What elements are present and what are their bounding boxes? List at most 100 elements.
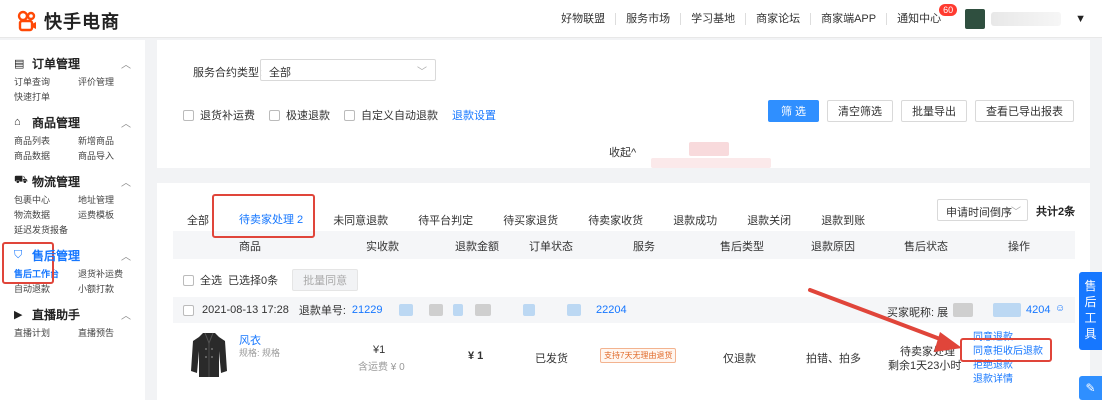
checkbox[interactable] xyxy=(344,109,355,121)
sidebar-item-new-goods[interactable]: 新增商品 xyxy=(78,135,142,147)
brand-logo[interactable]: 快手电商 xyxy=(16,8,120,34)
filter-button[interactable]: 筛 选 xyxy=(767,100,819,122)
buyer-id[interactable]: 4204 xyxy=(1026,304,1050,316)
aftersale-tools-button[interactable]: 售后工具 xyxy=(1079,272,1102,350)
tab-refund-success[interactable]: 退款成功 xyxy=(673,214,717,228)
checkbox[interactable] xyxy=(269,109,280,121)
chat-icon[interactable]: ☺ xyxy=(1055,303,1065,314)
check-label: 极速退款 xyxy=(286,110,330,122)
checkbox[interactable] xyxy=(183,109,194,121)
sidebar-section-live-head[interactable]: ▶ 直播助手 ︿ xyxy=(14,303,131,325)
nav-affiliate[interactable]: 好物联盟 xyxy=(551,13,617,25)
sidebar-item-delay-report[interactable]: 延迟发货报备 xyxy=(14,224,78,236)
nav-forum[interactable]: 商家论坛 xyxy=(746,13,812,25)
refund-detail-link[interactable]: 退款详情 xyxy=(973,373,1043,387)
redacted-blur xyxy=(651,158,771,168)
refund-settings-link[interactable]: 退款设置 xyxy=(452,107,496,123)
aftersale-tools-label: 售后工具 xyxy=(1084,279,1097,341)
sidebar-item-goods-data[interactable]: 商品数据 xyxy=(14,150,78,162)
check-return-freight[interactable]: 退货补运费 xyxy=(183,107,255,123)
tab-refund-closed[interactable]: 退款关闭 xyxy=(747,214,791,228)
nav-service-market[interactable]: 服务市场 xyxy=(616,13,682,25)
nav-learning[interactable]: 学习基地 xyxy=(681,13,747,25)
aftersale-type: 仅退款 xyxy=(723,353,756,365)
batch-agree-button[interactable]: 批量同意 xyxy=(292,269,359,291)
view-exports-button[interactable]: 查看已导出报表 xyxy=(975,100,1074,122)
check-label: 自定义自动退款 xyxy=(361,110,438,122)
edit-icon[interactable]: ✎ xyxy=(1079,376,1102,400)
select-all-checkbox[interactable] xyxy=(183,274,194,286)
nav-app[interactable]: 商家端APP xyxy=(811,13,888,25)
filter-panel: 服务合约类型: 全部 ﹀ 退货补运费 极速退款 自定义自动退款 退款设置 筛 选… xyxy=(157,40,1090,168)
clear-filter-button[interactable]: 清空筛选 xyxy=(827,100,893,122)
sidebar-item-parcel-center[interactable]: 包裹中心 xyxy=(14,194,78,206)
account-dropdown-icon[interactable]: ▼ xyxy=(1075,13,1086,25)
tab-pending-buyer-return[interactable]: 待买家退货 xyxy=(503,214,558,228)
chevron-down-icon: ﹀ xyxy=(417,67,427,78)
col-service: 服务 xyxy=(633,241,655,253)
chevron-up-icon: ︿ xyxy=(121,178,131,189)
sidebar-section-aftersale-head[interactable]: ⛉ 售后管理 ︿ xyxy=(0,244,145,266)
sidebar-section-orders: ▤ 订单管理 ︿ 订单查询 评价管理 快速打单 xyxy=(0,52,145,111)
filter-actions: 筛 选 清空筛选 批量导出 查看已导出报表 xyxy=(767,100,1074,122)
service-type-value: 全部 xyxy=(269,67,291,79)
sidebar-item-order-query[interactable]: 订单查询 xyxy=(14,76,78,88)
sidebar-item-logistics-data[interactable]: 物流数据 xyxy=(14,209,78,221)
refund-no-end[interactable]: 22204 xyxy=(596,304,627,316)
sidebar-item-goods-import[interactable]: 商品导入 xyxy=(78,150,142,162)
product-thumbnail[interactable] xyxy=(189,331,229,379)
tab-pending-seller-receive[interactable]: 待卖家收货 xyxy=(588,214,643,228)
paid-freight: 含运费 ¥ 0 xyxy=(358,362,405,373)
refund-no-label: 退款单号: xyxy=(298,305,346,317)
sidebar-section-title: 商品管理 xyxy=(32,115,81,130)
sidebar-item-address[interactable]: 地址管理 xyxy=(78,194,142,206)
sidebar-section-logistics: ⛟ 物流管理 ︿ 包裹中心 地址管理 物流数据 运费模板 延迟发货报备 xyxy=(0,170,145,244)
order-checkbox[interactable] xyxy=(183,304,194,316)
nav-notifications[interactable]: 通知中心 60 xyxy=(887,4,958,25)
collapse-toggle[interactable]: 收起^ xyxy=(609,144,636,160)
sidebar-item-freight-template[interactable]: 运费模板 xyxy=(78,209,142,221)
refund-no-start[interactable]: 21229 xyxy=(352,304,383,316)
redacted-blur xyxy=(475,304,491,316)
sidebar-section-orders-head[interactable]: ▤ 订单管理 ︿ xyxy=(14,52,131,74)
redacted-blur xyxy=(953,303,973,317)
col-actions: 操作 xyxy=(1008,241,1030,253)
check-fast-refund[interactable]: 极速退款 xyxy=(269,107,330,123)
live-icon: ▶ xyxy=(14,308,23,321)
tab-platform-judge[interactable]: 待平台判定 xyxy=(418,214,473,228)
sidebar-item-return-freight[interactable]: 退货补运费 xyxy=(78,268,142,280)
service-type-label: 服务合约类型: xyxy=(193,67,263,79)
chevron-up-icon: ︿ xyxy=(121,119,131,130)
sort-value: 申请时间倒序 xyxy=(946,207,1012,219)
sidebar-item-quick-print[interactable]: 快速打单 xyxy=(14,91,78,103)
tab-all[interactable]: 全部 xyxy=(187,214,209,228)
refund-amount: ¥ 1 xyxy=(468,350,484,362)
batch-export-button[interactable]: 批量导出 xyxy=(901,100,967,122)
redacted-blur xyxy=(523,304,535,316)
col-refund-amount: 退款金额 xyxy=(455,241,499,253)
chevron-up-icon: ︿ xyxy=(121,311,131,322)
sidebar-item-live-preview[interactable]: 直播预告 xyxy=(78,327,142,339)
sidebar-section-goods-head[interactable]: ⌂ 商品管理 ︿ xyxy=(14,111,131,133)
avatar[interactable] xyxy=(965,9,986,29)
check-custom-auto-refund[interactable]: 自定义自动退款 xyxy=(344,107,438,123)
tab-not-agreed[interactable]: 未同意退款 xyxy=(333,214,388,228)
col-refund-reason: 退款原因 xyxy=(811,241,855,253)
notify-label: 通知中心 xyxy=(897,13,942,25)
sidebar-section-title: 直播助手 xyxy=(32,307,81,322)
kuaishou-logo-icon xyxy=(17,10,36,32)
refund-reason: 拍错、拍多 xyxy=(806,353,861,365)
shield-icon: ⛉ xyxy=(14,248,23,261)
sort-select[interactable]: 申请时间倒序 ﹀ xyxy=(937,199,1028,221)
tab-refund-arrived[interactable]: 退款到账 xyxy=(821,214,865,228)
sidebar-item-live-plan[interactable]: 直播计划 xyxy=(14,327,78,339)
sidebar-item-small-payment[interactable]: 小额打款 xyxy=(78,283,142,295)
sidebar-item-auto-refund[interactable]: 自动退款 xyxy=(14,283,78,295)
sidebar-section-logistics-head[interactable]: ⛟ 物流管理 ︿ xyxy=(14,170,131,192)
sidebar-item-reviews[interactable]: 评价管理 xyxy=(78,76,142,88)
table-row: 风衣 规格: 规格 ¥1 含运费 ¥ 0 ¥ 1 已发货 支持7天无理由退货 仅… xyxy=(173,323,1075,385)
buyer-label-text: 买家昵称: xyxy=(887,307,935,319)
service-type-select[interactable]: 全部 ﹀ xyxy=(260,59,436,81)
account-name-blurred[interactable] xyxy=(991,12,1062,26)
sidebar-item-goods-list[interactable]: 商品列表 xyxy=(14,135,78,147)
